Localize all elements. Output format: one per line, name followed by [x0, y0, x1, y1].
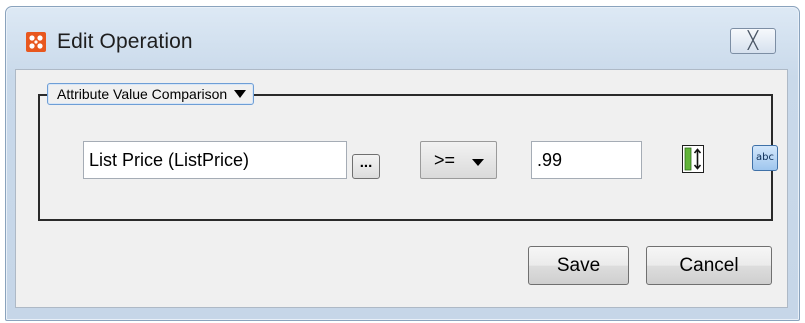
operator-value: >= — [434, 150, 456, 170]
close-button[interactable]: ╳ — [730, 28, 776, 54]
chevron-down-icon — [472, 159, 484, 166]
resize-field-icon[interactable] — [682, 145, 704, 173]
app-logo-icon — [26, 32, 46, 52]
text-type-button[interactable]: abc — [752, 145, 778, 171]
dialog-body: List Price (ListPrice) ... >= .99 abc At… — [15, 69, 788, 308]
browse-attribute-button[interactable]: ... — [352, 154, 380, 179]
edit-operation-dialog: Edit Operation ╳ List Price (ListPrice) … — [5, 6, 800, 321]
title-bar[interactable]: Edit Operation ╳ — [6, 7, 799, 67]
comparison-value-field[interactable]: .99 — [531, 141, 642, 179]
window-title: Edit Operation — [57, 30, 193, 53]
comparison-group-box: List Price (ListPrice) ... >= .99 abc — [38, 94, 778, 221]
save-button[interactable]: Save — [528, 246, 629, 285]
attribute-field[interactable]: List Price (ListPrice) — [83, 141, 347, 179]
operator-dropdown[interactable]: >= — [420, 141, 497, 179]
close-icon: ╳ — [747, 31, 759, 50]
comparison-type-label: Attribute Value Comparison — [57, 86, 228, 102]
dropdown-arrow-icon — [234, 90, 247, 98]
comparison-type-dropdown[interactable]: Attribute Value Comparison — [47, 83, 255, 105]
cancel-button[interactable]: Cancel — [646, 246, 772, 285]
